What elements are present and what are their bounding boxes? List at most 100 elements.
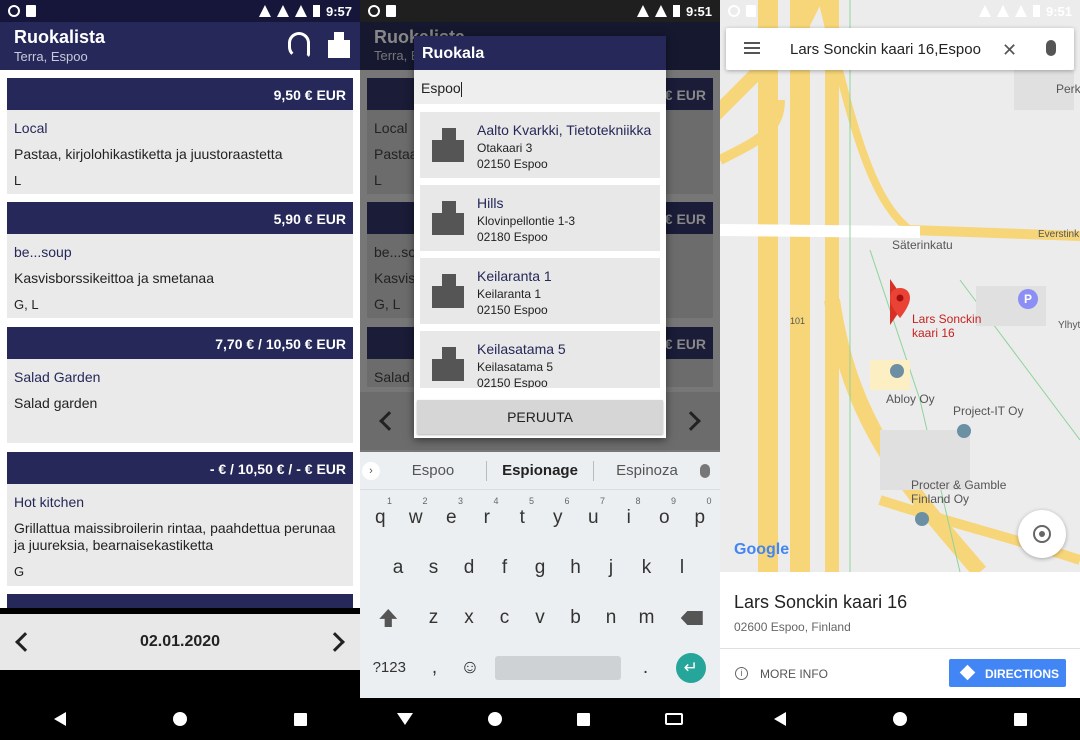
key-a[interactable]: a: [380, 548, 416, 588]
list-item[interactable]: Aalto Kvarkki, Tietotekniikka Otakaari 3…: [420, 112, 660, 178]
poi-pin-icon[interactable]: [890, 364, 904, 378]
chevron-right-icon[interactable]: ›: [362, 461, 380, 480]
building-icon: [432, 201, 464, 235]
status-bar: 9:57: [0, 0, 360, 22]
home-icon[interactable]: [892, 712, 907, 726]
cancel-button[interactable]: PERUUTA: [417, 400, 663, 434]
directions-label: DIRECTIONS: [985, 667, 1060, 681]
backspace-icon: [680, 611, 703, 625]
back-icon[interactable]: [773, 712, 786, 726]
suggestion-item[interactable]: Espionage: [487, 462, 593, 479]
directions-button[interactable]: DIRECTIONS: [949, 659, 1066, 687]
my-location-button[interactable]: [1018, 510, 1066, 558]
key-l[interactable]: l: [664, 548, 700, 588]
comma-key[interactable]: ,: [417, 648, 453, 688]
key-e[interactable]: e3: [434, 496, 470, 538]
key-w[interactable]: w2: [398, 496, 434, 538]
key-n[interactable]: n: [593, 598, 629, 638]
key-q[interactable]: q1: [363, 496, 399, 538]
next-day-icon[interactable]: [325, 632, 345, 652]
key-d[interactable]: d: [451, 548, 487, 588]
key-v[interactable]: v: [522, 598, 558, 638]
key-m[interactable]: m: [629, 598, 665, 638]
recents-icon[interactable]: [576, 712, 590, 726]
suggestion-item[interactable]: Espoo: [380, 462, 486, 479]
key-s[interactable]: s: [416, 548, 452, 588]
symbols-key[interactable]: ?123: [362, 648, 417, 688]
list-item[interactable]: Keilaranta 1 Keilaranta 1 02150 Espoo: [420, 258, 660, 324]
search-input[interactable]: Lars Sonckin kaari 16,Espoo: [790, 41, 981, 58]
key-z[interactable]: z: [416, 598, 452, 638]
key-x[interactable]: x: [451, 598, 487, 638]
enter-key[interactable]: ↵: [663, 648, 718, 688]
hide-keyboard-icon[interactable]: [397, 713, 414, 725]
price-bar: - € / 10,50 € / - € EUR: [7, 452, 353, 484]
poi-pin-icon[interactable]: [915, 512, 929, 526]
shift-key[interactable]: [361, 598, 416, 638]
key-c[interactable]: c: [487, 598, 523, 638]
key-g[interactable]: g: [522, 548, 558, 588]
period-key[interactable]: .: [628, 648, 664, 688]
place-sheet[interactable]: Lars Sonckin kaari 16 02600 Espoo, Finla…: [720, 572, 1080, 698]
key-b[interactable]: b: [558, 598, 594, 638]
emoji-key[interactable]: ☺: [452, 648, 488, 688]
date-footer: 02.01.2020: [0, 614, 360, 670]
key-h[interactable]: h: [558, 548, 594, 588]
key-p[interactable]: p0: [682, 496, 718, 538]
recents-icon[interactable]: [293, 712, 307, 726]
info-icon[interactable]: i: [735, 667, 748, 680]
key-hint: 0: [706, 496, 712, 506]
key-r[interactable]: r4: [469, 496, 505, 538]
menu-card[interactable]: 7,70 € / 10,50 € EUR Salad Garden Salad …: [7, 327, 353, 443]
key-f[interactable]: f: [487, 548, 523, 588]
mic-icon[interactable]: [1046, 40, 1056, 56]
recents-icon[interactable]: [1013, 712, 1027, 726]
suggestion-item[interactable]: Espinoza: [594, 462, 700, 479]
key-o[interactable]: o9: [647, 496, 683, 538]
clock: 9:51: [685, 3, 712, 19]
key-u[interactable]: u7: [576, 496, 612, 538]
list-item[interactable]: Keilasatama 5 Keilasatama 5 02150 Espoo: [420, 331, 660, 388]
menu-card[interactable]: 9,50 € EUR Local Pastaa, kirjolohikastik…: [7, 78, 353, 194]
key-row-2: a s d f g h j k l: [360, 548, 720, 588]
back-icon[interactable]: [53, 712, 66, 726]
close-icon[interactable]: ✕: [1002, 40, 1017, 61]
place-pin-icon[interactable]: [890, 288, 910, 318]
menu-card[interactable]: - € / 10,50 € / - € EUR Hot kitchen Gril…: [7, 452, 353, 586]
home-icon[interactable]: [488, 712, 503, 726]
menu-list[interactable]: 9,50 € EUR Local Pastaa, kirjolohikastik…: [0, 70, 360, 608]
previous-day-icon[interactable]: [15, 632, 35, 652]
key-t[interactable]: t5: [505, 496, 541, 538]
menu-card-partial[interactable]: [7, 594, 353, 608]
hearing-icon[interactable]: [288, 32, 310, 58]
menu-icon[interactable]: [744, 42, 760, 54]
parking-icon[interactable]: P: [1018, 289, 1038, 309]
pin-label: kaari 16: [912, 326, 955, 340]
status-bar: 9:51: [360, 0, 720, 22]
map-view[interactable]: Lars Sonckin kaari 16 Säterinkatu Everst…: [720, 0, 1080, 572]
key-i[interactable]: i8: [611, 496, 647, 538]
home-icon[interactable]: [172, 712, 187, 726]
more-info-button[interactable]: MORE INFO: [760, 667, 828, 681]
menu-category: Salad Garden: [14, 369, 101, 385]
restaurant-name: Keilasatama 5: [477, 341, 566, 357]
key-j[interactable]: j: [593, 548, 629, 588]
keyboard-switch-icon[interactable]: [664, 713, 683, 725]
poi-label: Procter & Gamble: [911, 478, 1007, 492]
menu-card[interactable]: 5,90 € EUR be...soup Kasvisborssikeittoa…: [7, 202, 353, 318]
mic-icon[interactable]: [700, 463, 710, 478]
space-key[interactable]: [488, 648, 628, 688]
restaurant-list[interactable]: Aalto Kvarkki, Tietotekniikka Otakaari 3…: [414, 108, 666, 388]
search-input[interactable]: Espoo: [414, 70, 666, 104]
restaurant-name: Aalto Kvarkki, Tietotekniikka: [477, 122, 652, 138]
building-icon[interactable]: [328, 32, 350, 58]
battery-icon: [672, 5, 680, 17]
poi-pin-icon[interactable]: [957, 424, 971, 438]
key-k[interactable]: k: [629, 548, 665, 588]
search-bar[interactable]: Lars Sonckin kaari 16,Espoo ✕: [726, 28, 1074, 70]
key-row-1: q1 w2 e3 r4 t5 y6 u7 i8 o9 p0: [360, 496, 720, 538]
key-y[interactable]: y6: [540, 496, 576, 538]
key-hint: 8: [635, 496, 641, 506]
backspace-key[interactable]: [664, 598, 719, 638]
list-item[interactable]: Hills Klovinpellontie 1-3 02180 Espoo: [420, 185, 660, 251]
